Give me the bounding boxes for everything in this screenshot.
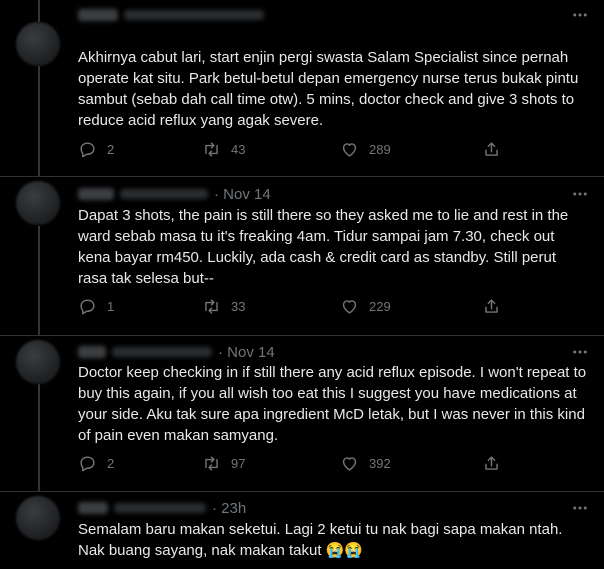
retweet-count: 97 — [231, 456, 246, 471]
avatar[interactable] — [16, 340, 60, 384]
more-button[interactable] — [570, 184, 590, 204]
more-icon — [573, 13, 587, 17]
retweet-button[interactable]: 43 — [202, 140, 245, 159]
retweet-icon — [205, 299, 218, 314]
share-button[interactable] — [482, 454, 501, 473]
share-button[interactable] — [482, 140, 501, 159]
like-button[interactable]: 289 — [340, 140, 391, 159]
more-button[interactable] — [570, 342, 590, 362]
action-bar: 2 43 289 — [78, 140, 518, 164]
tweet[interactable]: · Nov 14 Doctor keep checking in if stil… — [0, 336, 604, 491]
reply-button[interactable]: 1 — [78, 297, 114, 316]
retweet-count: 33 — [231, 299, 246, 314]
author-handle[interactable] — [120, 189, 208, 199]
author-name[interactable] — [78, 188, 114, 200]
tweet[interactable]: · Nov 14 Dapat 3 shots, the pain is stil… — [0, 177, 604, 335]
like-count: 229 — [369, 299, 391, 314]
tweet-header: · Nov 14 — [78, 184, 271, 204]
reply-icon — [80, 456, 95, 472]
tweet-header: · Nov 14 — [78, 342, 275, 362]
retweet-button[interactable]: 97 — [202, 454, 245, 473]
heart-icon — [342, 300, 357, 314]
author-handle[interactable] — [114, 503, 206, 513]
retweet-button[interactable]: 33 — [202, 297, 245, 316]
more-icon — [573, 350, 587, 354]
retweet-count: 43 — [231, 142, 246, 157]
reply-button[interactable]: 2 — [78, 454, 114, 473]
retweet-icon — [205, 456, 218, 471]
tweet-header: · 23h — [78, 498, 246, 518]
timestamp[interactable]: · 23h — [212, 500, 246, 517]
reply-button[interactable]: 2 — [78, 140, 114, 159]
author-handle[interactable] — [112, 347, 212, 357]
like-button[interactable]: 229 — [340, 297, 391, 316]
tweet-text: Semalam baru makan seketui. Lagi 2 ketui… — [78, 521, 567, 559]
heart-icon — [342, 143, 357, 157]
like-count: 392 — [369, 456, 391, 471]
tweet-text: Dapat 3 shots, the pain is still there s… — [78, 207, 573, 287]
tweet-text: Akhirnya cabut lari, start enjin pergi s… — [78, 49, 583, 129]
tweet[interactable]: Akhirnya cabut lari, start enjin pergi s… — [0, 0, 604, 176]
timestamp[interactable]: · Nov 14 — [214, 186, 271, 203]
author-name[interactable] — [78, 346, 106, 358]
avatar[interactable] — [16, 496, 60, 540]
reply-icon — [80, 299, 95, 315]
action-bar: 2 97 392 — [78, 454, 518, 478]
reply-count: 1 — [107, 299, 115, 314]
more-icon — [573, 506, 587, 510]
retweet-icon — [205, 142, 218, 157]
share-icon — [485, 142, 498, 156]
avatar[interactable] — [16, 181, 60, 225]
author-name[interactable] — [78, 502, 108, 514]
action-bar: 1 33 229 — [78, 297, 518, 321]
tweet-header — [78, 5, 270, 25]
tweet[interactable]: · 23h Semalam baru makan seketui. Lagi 2… — [0, 492, 604, 569]
share-icon — [485, 299, 498, 313]
tweet-text: Doctor keep checking in if still there a… — [78, 364, 591, 444]
more-icon — [573, 192, 587, 196]
author-name[interactable] — [78, 9, 118, 21]
timestamp[interactable]: · Nov 14 — [218, 344, 275, 361]
more-button[interactable] — [570, 498, 590, 518]
like-button[interactable]: 392 — [340, 454, 391, 473]
reply-count: 2 — [107, 456, 115, 471]
share-button[interactable] — [482, 297, 501, 316]
reply-count: 2 — [107, 142, 115, 157]
like-count: 289 — [369, 142, 391, 157]
more-button[interactable] — [570, 5, 590, 25]
avatar[interactable] — [16, 22, 60, 66]
reply-icon — [80, 142, 95, 158]
author-handle[interactable] — [124, 10, 264, 20]
heart-icon — [342, 457, 357, 471]
share-icon — [485, 456, 498, 470]
